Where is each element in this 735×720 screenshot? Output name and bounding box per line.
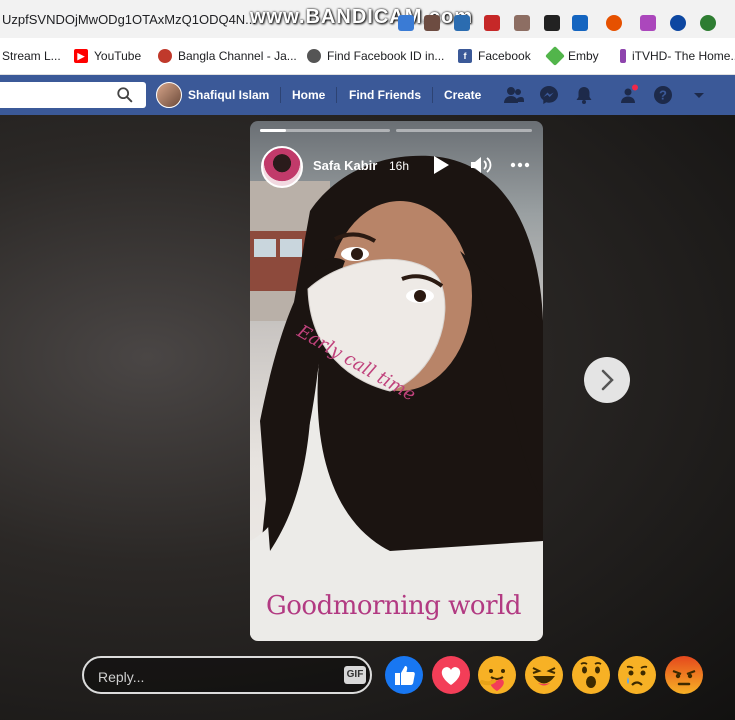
reply-input[interactable] [96, 666, 330, 688]
nav-divider [336, 87, 337, 103]
cube-extension-icon[interactable] [544, 15, 560, 31]
bangla-channel-icon [158, 49, 172, 63]
like-reaction-icon[interactable] [384, 655, 424, 695]
story-card[interactable]: Safa Kabir 16h Early call time Goodmorni… [250, 121, 543, 641]
reply-box[interactable]: GIF [82, 656, 372, 694]
story-progress-bar [396, 129, 532, 132]
sad-reaction-icon[interactable] [617, 655, 657, 695]
bookmark-label: YouTube [94, 49, 142, 63]
messenger-icon[interactable] [538, 84, 560, 106]
facebook-navbar: Shafiqul Islam Home Find Friends Create … [0, 75, 735, 115]
next-story-button[interactable] [584, 357, 630, 403]
search-icon[interactable] [116, 86, 134, 104]
extension-icon[interactable] [484, 15, 500, 31]
wow-reaction-icon[interactable] [571, 655, 611, 695]
url-text[interactable]: UzpfSVNDOjMwODg1OTAxMzQ1ODQ4N... [2, 12, 256, 27]
extension-icon[interactable] [606, 15, 622, 31]
nav-divider [280, 87, 281, 103]
bookmark-bangla-channel[interactable]: Bangla Channel - Ja... [158, 49, 297, 63]
globe-icon [307, 49, 321, 63]
bookmark-stream[interactable]: Stream L... [2, 49, 61, 63]
notifications-bell-icon[interactable] [573, 84, 595, 106]
extension-icon[interactable] [454, 15, 470, 31]
profile-link[interactable]: Shafiqul Islam [156, 81, 269, 109]
svg-text:?: ? [659, 88, 667, 103]
browser-address-bar[interactable]: UzpfSVNDOjMwODg1OTAxMzQ1ODQ4N... www.BAN… [0, 0, 735, 38]
bookmark-label: iTVHD- The Home... [632, 49, 735, 63]
haha-reaction-icon[interactable] [524, 655, 564, 695]
care-reaction-icon[interactable] [477, 655, 517, 695]
bookmark-label: Facebook [478, 49, 531, 63]
facebook-search-box[interactable] [0, 82, 146, 108]
itvhd-icon [620, 49, 626, 63]
emby-icon [545, 46, 565, 66]
nav-home[interactable]: Home [292, 88, 325, 102]
angry-reaction-icon[interactable] [664, 655, 704, 695]
avatar [156, 82, 182, 108]
bookmark-label: Bangla Channel - Ja... [178, 49, 297, 63]
bookmark-label: Emby [568, 49, 599, 63]
extension-icon[interactable] [514, 15, 530, 31]
nav-find-friends[interactable]: Find Friends [349, 88, 421, 102]
bookmark-emby[interactable]: Emby [545, 46, 599, 66]
volume-icon[interactable] [469, 154, 493, 176]
extension-icon[interactable] [398, 15, 414, 31]
bookmark-facebook[interactable]: f Facebook [458, 49, 531, 63]
play-icon[interactable] [432, 155, 450, 175]
iq-extension-icon[interactable] [572, 15, 588, 31]
facebook-icon: f [458, 49, 472, 63]
extension-icon[interactable] [670, 15, 686, 31]
nav-create[interactable]: Create [444, 88, 481, 102]
story-author-avatar[interactable] [261, 146, 303, 188]
more-options-icon[interactable] [510, 161, 530, 169]
nav-divider [432, 87, 433, 103]
extension-icon[interactable] [424, 15, 440, 31]
story-author-name[interactable]: Safa Kabir [313, 158, 377, 173]
extension-icon[interactable] [640, 15, 656, 31]
gif-button[interactable]: GIF [344, 666, 366, 684]
help-icon[interactable]: ? [652, 84, 674, 106]
story-progress-bar [260, 129, 390, 132]
friend-requests-icon[interactable] [503, 84, 525, 106]
bookmarks-bar: Stream L... ▶ YouTube Bangla Channel - J… [0, 38, 735, 75]
love-reaction-icon[interactable] [431, 655, 471, 695]
bookmark-find-facebook-id[interactable]: Find Facebook ID in... [307, 49, 444, 63]
story-timestamp: 16h [389, 159, 410, 173]
bookmark-youtube[interactable]: ▶ YouTube [74, 49, 141, 63]
bookmark-label: Stream L... [2, 49, 61, 63]
chevron-right-icon [601, 369, 614, 391]
account-menu-caret-icon[interactable] [688, 84, 710, 106]
extension-icon[interactable] [700, 15, 716, 31]
bookmark-label: Find Facebook ID in... [327, 49, 445, 63]
bookmark-itvhd[interactable]: iTVHD- The Home... [620, 49, 735, 63]
user-name: Shafiqul Islam [188, 88, 270, 102]
story-caption-bottom: Goodmorning world [266, 591, 521, 621]
groups-icon[interactable] [617, 84, 639, 106]
youtube-icon: ▶ [74, 49, 88, 63]
